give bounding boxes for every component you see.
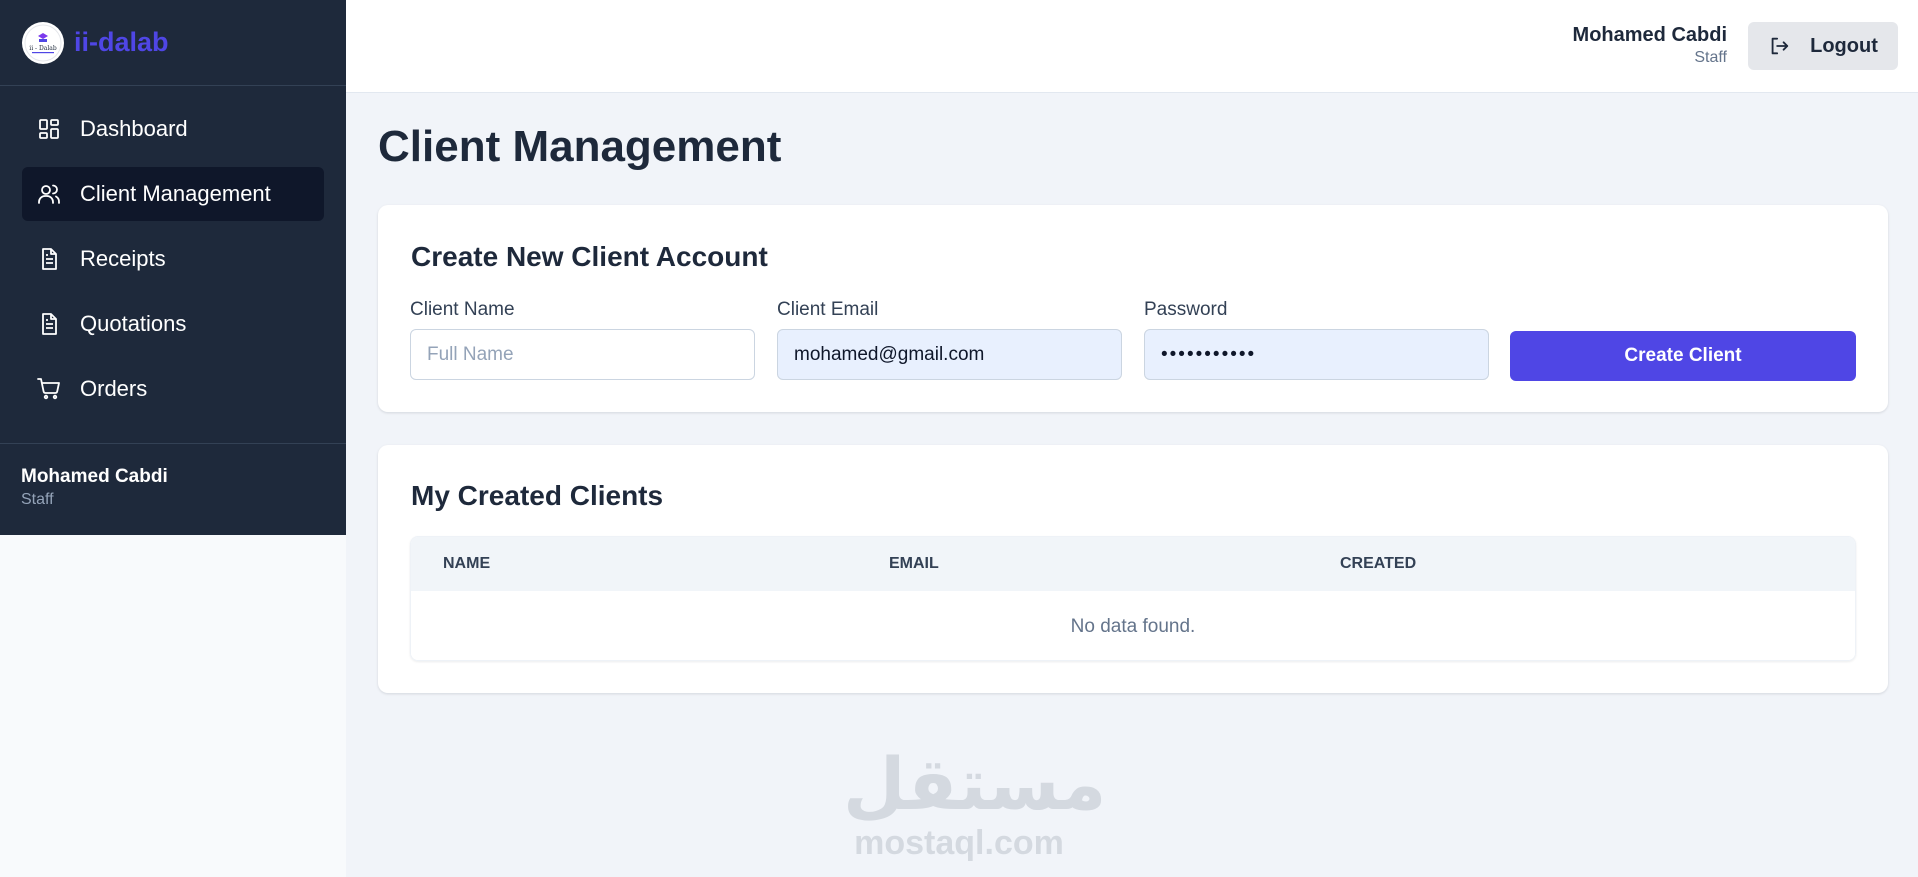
sidebar-item-label: Dashboard [80, 116, 188, 141]
column-header-email[interactable]: EMAIL [889, 555, 939, 573]
client-name-input[interactable] [410, 329, 755, 380]
column-header-name[interactable]: NAME [443, 555, 490, 573]
sidebar-item-label: Client Management [80, 181, 271, 206]
header-user: Mohamed Cabdi Staff [1573, 24, 1727, 67]
client-email-field: Client Email [777, 299, 1122, 380]
cart-icon [36, 376, 62, 402]
password-input[interactable] [1144, 329, 1489, 380]
created-clients-card: My Created Clients NAME EMAIL CREATED No… [378, 445, 1888, 693]
logout-icon [1768, 35, 1790, 57]
column-header-created[interactable]: CREATED [1340, 555, 1416, 573]
sidebar-nav: Dashboard Client Management Receipts Quo… [0, 86, 346, 416]
header-user-role: Staff [1694, 49, 1727, 66]
watermark-arabic: مستقل [843, 742, 1107, 826]
users-icon [36, 181, 62, 207]
sidebar-user: Mohamed Cabdi Staff [0, 443, 346, 509]
create-client-card: Create New Client Account Client Name Cl… [378, 205, 1888, 412]
brand-name: ii-dalab [74, 27, 169, 57]
brand-logo: ii - Dalab [22, 21, 64, 64]
brand[interactable]: ii - Dalab ii-dalab [0, 0, 346, 86]
watermark-latin: mostaql.com [854, 824, 1064, 862]
sidebar-filler [0, 535, 346, 877]
dashboard-icon [36, 116, 62, 142]
client-email-input[interactable] [777, 329, 1122, 380]
sidebar-item-client-management[interactable]: Client Management [22, 167, 324, 221]
sidebar: ii - Dalab ii-dalab Dashboard Client Man… [0, 0, 346, 535]
password-field: Password [1144, 299, 1489, 380]
header-user-name: Mohamed Cabdi [1572, 24, 1727, 46]
sidebar-item-quotations[interactable]: Quotations [22, 297, 324, 351]
client-name-field: Client Name [410, 299, 755, 380]
sidebar-user-name: Mohamed Cabdi [21, 466, 168, 487]
create-client-button[interactable]: Create Client [1510, 331, 1856, 381]
table-header: NAME EMAIL CREATED [411, 537, 1855, 591]
document-icon [36, 311, 62, 337]
sidebar-item-label: Quotations [80, 311, 187, 336]
sidebar-item-receipts[interactable]: Receipts [22, 232, 324, 286]
sidebar-item-dashboard[interactable]: Dashboard [22, 102, 324, 156]
client-name-label: Client Name [410, 299, 515, 320]
sidebar-item-orders[interactable]: Orders [22, 362, 324, 416]
sidebar-item-label: Receipts [80, 246, 166, 271]
watermark: مستقل mostaql.com [843, 742, 1107, 863]
create-client-title: Create New Client Account [411, 241, 768, 272]
top-header: Mohamed Cabdi Staff Logout [346, 0, 1918, 93]
logout-button[interactable]: Logout [1748, 22, 1898, 70]
clients-table: NAME EMAIL CREATED No data found. [410, 536, 1856, 661]
sidebar-item-label: Orders [80, 376, 148, 401]
document-icon [36, 246, 62, 272]
page-title: Client Management [378, 122, 782, 171]
client-email-label: Client Email [777, 299, 879, 320]
created-clients-title: My Created Clients [411, 480, 664, 511]
sidebar-user-role: Staff [21, 491, 54, 508]
logout-label: Logout [1810, 34, 1878, 57]
svg-text:ii - Dalab: ii - Dalab [29, 45, 57, 52]
empty-state-message: No data found. [411, 591, 1855, 660]
password-label: Password [1144, 299, 1228, 320]
